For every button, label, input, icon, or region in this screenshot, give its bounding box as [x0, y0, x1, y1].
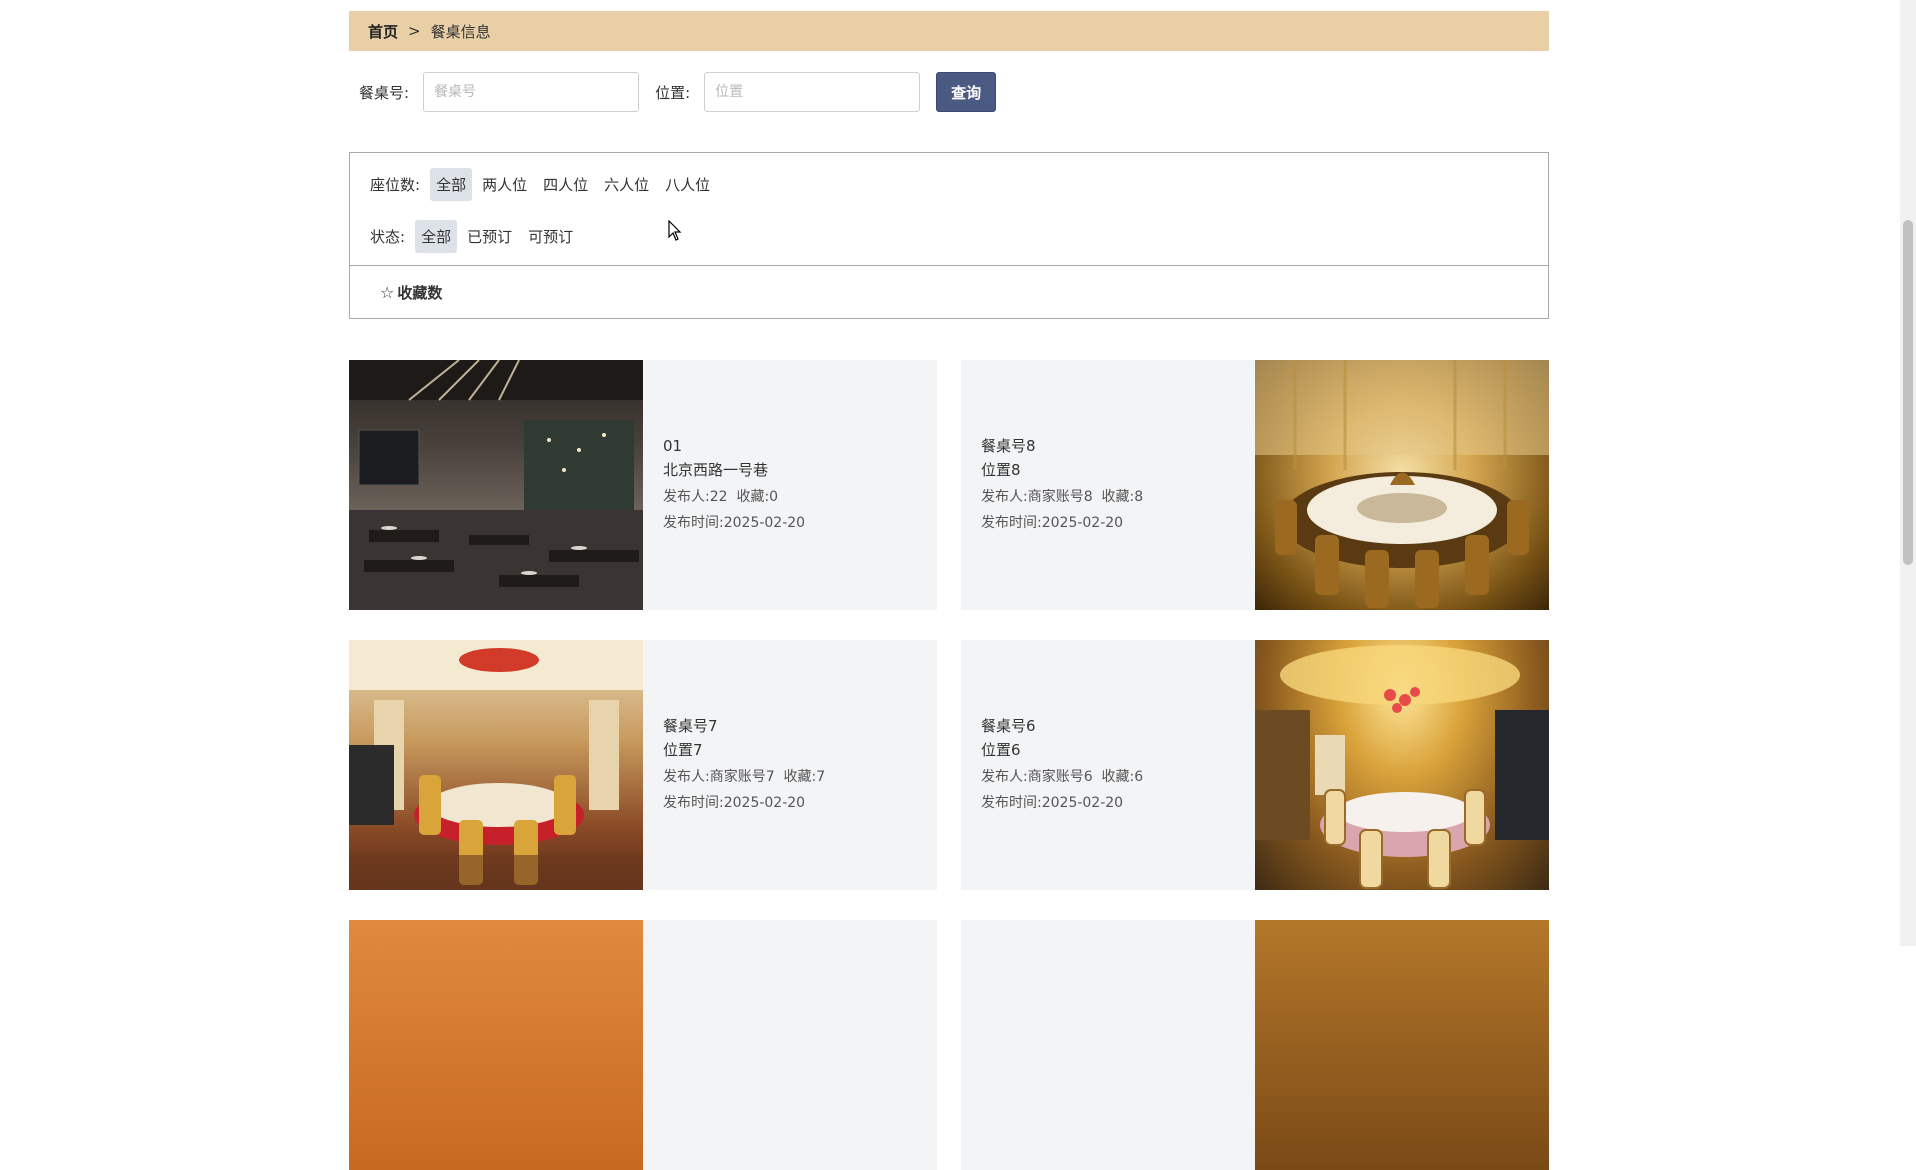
publish-time-label: 发布时间: — [663, 515, 724, 531]
favorites-label: 收藏: — [1101, 769, 1135, 785]
publish-time-label: 发布时间: — [981, 515, 1042, 531]
table-card-grid: 01 北京西路一号巷 发布人:22 收藏:0 发布时间:2025-02-20 餐… — [349, 360, 1549, 1170]
favorites-label: 收藏: — [783, 769, 817, 785]
filter-panel: 座位数: 全部 两人位 四人位 六人位 八人位 状态: 全部 已预订 可预订 ☆… — [349, 152, 1549, 319]
breadcrumb: 首页 > 餐桌信息 — [349, 11, 1549, 51]
status-filter-label: 状态: — [370, 227, 406, 246]
seat-option-six[interactable]: 六人位 — [598, 168, 655, 201]
sort-favorites[interactable]: ☆ 收藏数 — [350, 266, 1548, 318]
table-card-info — [961, 920, 1255, 1170]
restaurant-photo — [1255, 360, 1549, 610]
seat-option-eight[interactable]: 八人位 — [659, 168, 716, 201]
status-filter: 状态: 全部 已预订 可预订 — [370, 219, 1548, 253]
publisher-value: 商家账号7 — [709, 769, 775, 785]
table-card[interactable] — [349, 920, 937, 1170]
scrollbar-thumb[interactable] — [1903, 220, 1913, 565]
table-position: 位置6 — [981, 741, 1021, 759]
restaurant-photo — [349, 640, 643, 890]
status-option-available[interactable]: 可预订 — [522, 220, 579, 253]
table-position: 北京西路一号巷 — [663, 461, 769, 479]
seat-option-four[interactable]: 四人位 — [537, 168, 594, 201]
publish-time: 发布时间:2025-02-20 — [663, 790, 917, 816]
favorites-label: 收藏: — [1101, 489, 1135, 505]
page-scrollbar[interactable] — [1900, 0, 1916, 946]
table-meta: 发布人:商家账号7 收藏:7 — [663, 764, 917, 790]
table-name: 餐桌号6 — [981, 717, 1036, 735]
publish-time-value: 2025-02-20 — [723, 515, 806, 531]
publish-time-value: 2025-02-20 — [1041, 795, 1124, 811]
table-meta: 发布人:商家账号8 收藏:8 — [981, 484, 1235, 510]
table-card-info: 01 北京西路一号巷 发布人:22 收藏:0 发布时间:2025-02-20 — [643, 360, 937, 610]
table-position: 位置7 — [663, 741, 703, 759]
publish-time-value: 2025-02-20 — [1041, 515, 1124, 531]
favorites-value: 0 — [769, 489, 779, 505]
restaurant-photo — [1255, 640, 1549, 890]
table-meta: 发布人:商家账号6 收藏:6 — [981, 764, 1235, 790]
table-card-info: 餐桌号7 位置7 发布人:商家账号7 收藏:7 发布时间:2025-02-20 — [643, 640, 937, 890]
table-card[interactable]: 餐桌号7 位置7 发布人:商家账号7 收藏:7 发布时间:2025-02-20 — [349, 640, 937, 890]
table-card[interactable]: 餐桌号8 位置8 发布人:商家账号8 收藏:8 发布时间:2025-02-20 — [961, 360, 1549, 610]
publisher-label: 发布人: — [981, 489, 1028, 505]
table-card[interactable]: 01 北京西路一号巷 发布人:22 收藏:0 发布时间:2025-02-20 — [349, 360, 937, 610]
publish-time-value: 2025-02-20 — [723, 795, 806, 811]
search-bar: 餐桌号: 位置: 查询 — [349, 72, 1549, 112]
sort-favorites-label: 收藏数 — [397, 283, 443, 302]
filter-options: 座位数: 全部 两人位 四人位 六人位 八人位 状态: 全部 已预订 可预订 — [350, 153, 1548, 266]
table-card[interactable] — [961, 920, 1549, 1170]
publish-time-label: 发布时间: — [663, 795, 724, 811]
breadcrumb-home-link[interactable]: 首页 — [368, 21, 398, 42]
table-name: 01 — [663, 437, 683, 455]
seat-option-all[interactable]: 全部 — [430, 167, 473, 201]
table-card-info — [643, 920, 937, 1170]
seat-filter-label: 座位数: — [370, 175, 421, 194]
favorites-value: 6 — [1134, 769, 1144, 785]
restaurant-photo — [349, 920, 643, 1170]
publish-time: 发布时间:2025-02-20 — [663, 510, 917, 536]
breadcrumb-separator: > — [408, 22, 421, 40]
seat-filter: 座位数: 全部 两人位 四人位 六人位 八人位 — [370, 167, 1548, 201]
breadcrumb-current: 餐桌信息 — [430, 22, 491, 41]
favorites-value: 7 — [816, 769, 826, 785]
publish-time: 发布时间:2025-02-20 — [981, 510, 1235, 536]
publisher-label: 发布人: — [663, 769, 710, 785]
publisher-value: 商家账号8 — [1027, 489, 1093, 505]
table-card[interactable]: 餐桌号6 位置6 发布人:商家账号6 收藏:6 发布时间:2025-02-20 — [961, 640, 1549, 890]
favorites-value: 8 — [1134, 489, 1144, 505]
table-number-label: 餐桌号: — [359, 83, 410, 102]
publish-time: 发布时间:2025-02-20 — [981, 790, 1235, 816]
publisher-value: 商家账号6 — [1027, 769, 1093, 785]
table-meta: 发布人:22 收藏:0 — [663, 484, 917, 510]
page-content: 首页 > 餐桌信息 餐桌号: 位置: 查询 座位数: 全部 两人位 四人位 六人… — [349, 11, 1549, 1170]
star-outline-icon: ☆ — [380, 282, 395, 302]
publish-time-label: 发布时间: — [981, 795, 1042, 811]
seat-option-two[interactable]: 两人位 — [476, 168, 533, 201]
table-number-input[interactable] — [423, 72, 640, 112]
table-position: 位置8 — [981, 461, 1021, 479]
publisher-label: 发布人: — [981, 769, 1028, 785]
search-button[interactable]: 查询 — [936, 72, 997, 112]
restaurant-photo — [349, 360, 643, 610]
table-card-info: 餐桌号8 位置8 发布人:商家账号8 收藏:8 发布时间:2025-02-20 — [961, 360, 1255, 610]
table-name: 餐桌号8 — [981, 437, 1036, 455]
restaurant-photo — [1255, 920, 1549, 1170]
position-label: 位置: — [655, 83, 691, 102]
table-name: 餐桌号7 — [663, 717, 718, 735]
position-input[interactable] — [704, 72, 921, 112]
status-option-booked[interactable]: 已预订 — [461, 220, 518, 253]
favorites-label: 收藏: — [736, 489, 770, 505]
table-card-info: 餐桌号6 位置6 发布人:商家账号6 收藏:6 发布时间:2025-02-20 — [961, 640, 1255, 890]
mouse-cursor-icon — [668, 220, 682, 241]
publisher-label: 发布人: — [663, 489, 710, 505]
status-option-all[interactable]: 全部 — [415, 219, 458, 253]
publisher-value: 22 — [709, 489, 728, 505]
